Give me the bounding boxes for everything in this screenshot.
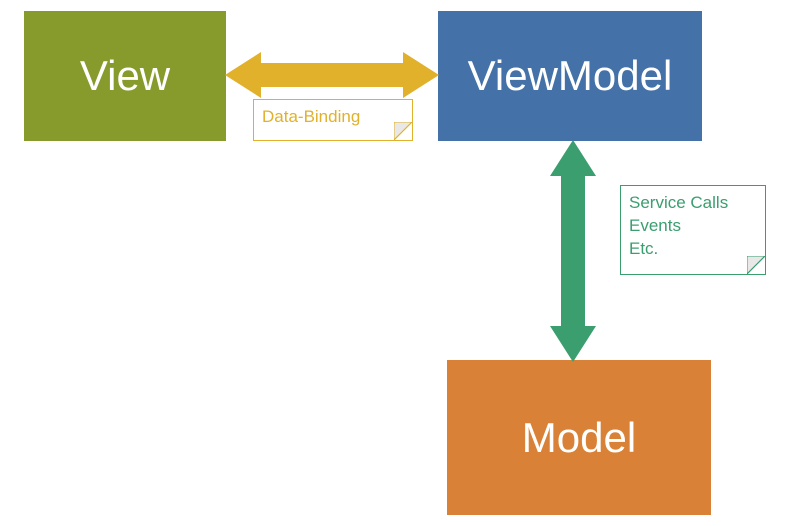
note-service-line1: Service Calls xyxy=(629,192,755,215)
note-service-line2: Events xyxy=(629,215,755,238)
note-service-line3: Etc. xyxy=(629,238,755,261)
note-fold-icon xyxy=(747,256,765,274)
box-view: View xyxy=(24,11,226,141)
note-fold-icon xyxy=(394,122,412,140)
arrow-view-viewmodel xyxy=(225,50,439,100)
box-viewmodel: ViewModel xyxy=(438,11,702,141)
arrow-viewmodel-model xyxy=(548,140,598,362)
note-data-binding: Data-Binding xyxy=(253,99,413,141)
note-service-calls: Service Calls Events Etc. xyxy=(620,185,766,275)
note-data-binding-text: Data-Binding xyxy=(262,107,360,126)
box-model: Model xyxy=(447,360,711,515)
